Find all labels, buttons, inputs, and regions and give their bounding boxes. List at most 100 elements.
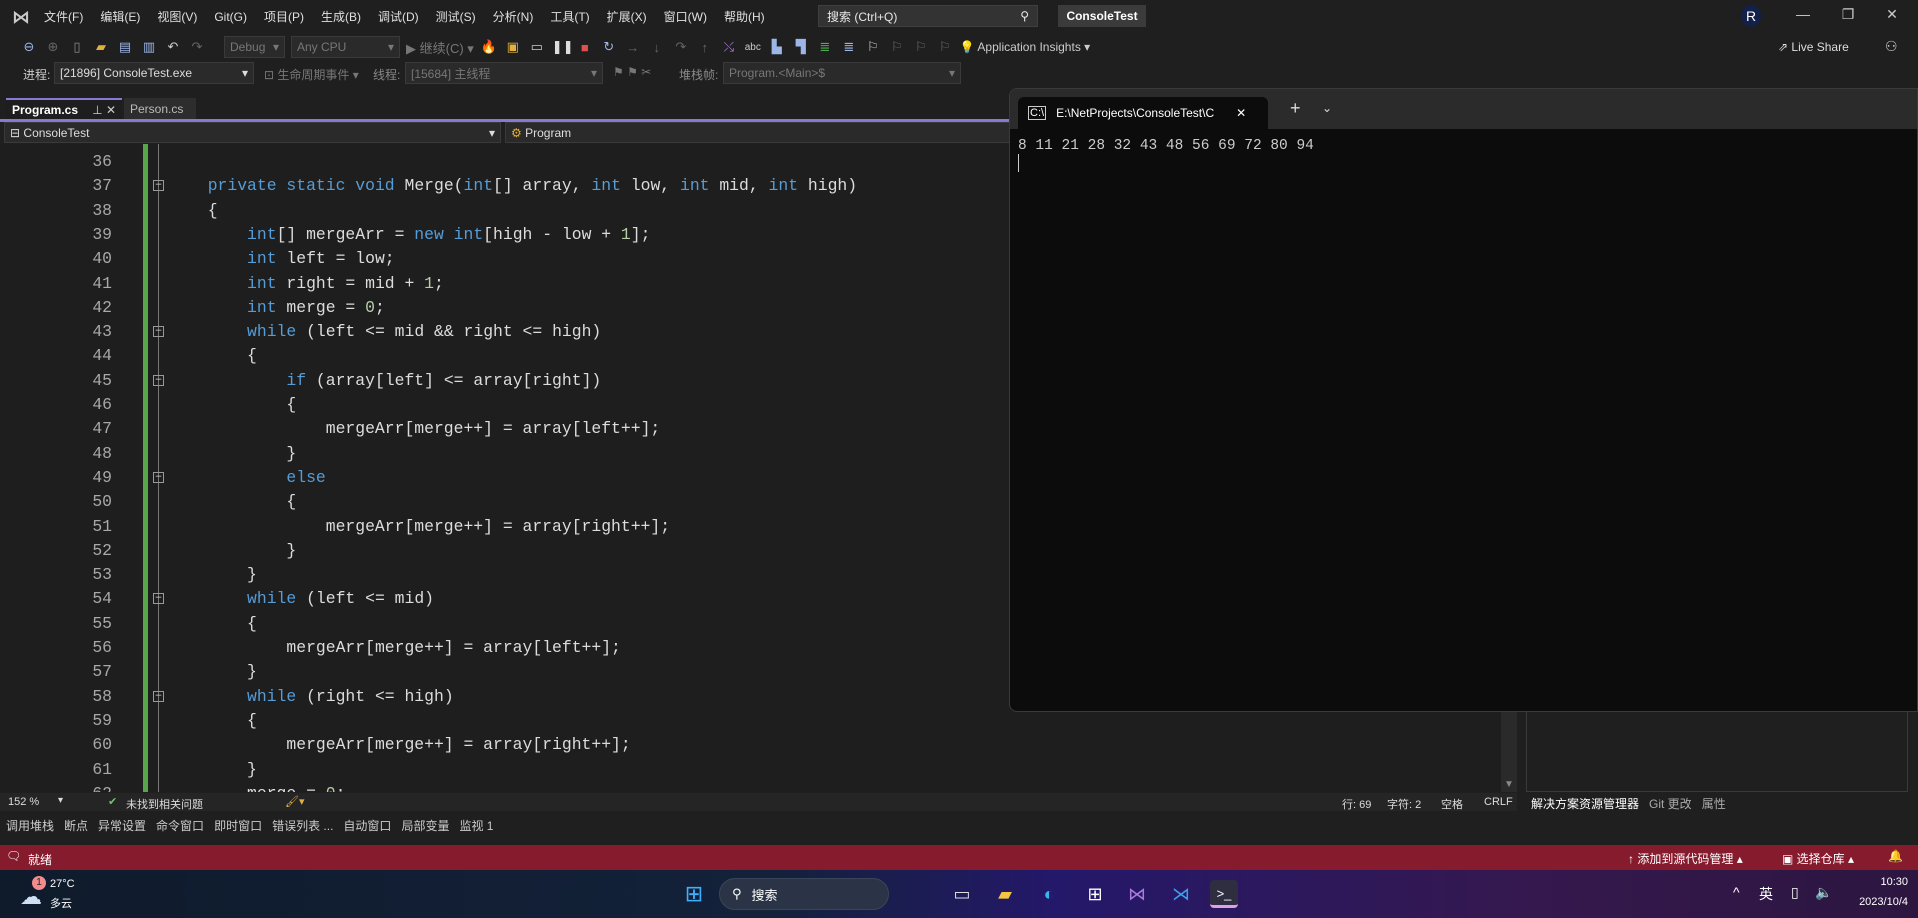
char-status[interactable]: 字符: 2 [1387,796,1421,812]
line-number-status[interactable]: 行: 69 [1342,796,1371,812]
menu-item[interactable]: 视图(V) [157,8,197,25]
spell-check-icon[interactable]: abc [744,42,762,53]
undo-icon[interactable]: ↶ [164,39,182,55]
hot-reload-icon[interactable]: 🔥 [480,39,498,55]
menu-item[interactable]: 测试(S) [436,8,476,25]
line-ending-status[interactable]: CRLF [1484,796,1513,808]
format-icon[interactable]: ≣ [816,39,834,55]
close-button[interactable]: ✕ [1880,6,1904,23]
tool-window-tab[interactable]: 即时窗口 [214,817,262,834]
clock-date[interactable]: 2023/10/4 [1846,896,1908,908]
issues-status[interactable]: 未找到相关问题 [126,796,203,812]
tab-program-cs[interactable]: Program.cs ⊥ ✕ [6,98,122,120]
volume-icon[interactable]: 🔈 [1815,884,1832,901]
select-repo-button[interactable]: ▣ 选择仓库 ▴ [1782,850,1854,867]
menu-item[interactable]: Git(G) [214,10,247,24]
lifecycle-events-button[interactable]: ⊡ 生命周期事件 ▾ [264,66,359,83]
menu-item[interactable]: 分析(N) [493,8,534,25]
uncomment-icon[interactable]: ▜ [792,39,810,55]
terminal-output[interactable]: 8 11 21 28 32 43 48 56 69 72 80 94 [1018,138,1314,177]
tool-window-tab[interactable]: 调用堆栈 [6,817,54,834]
next-bookmark-icon[interactable]: ⚐ [912,39,930,55]
show-hidden-icons[interactable]: ^ [1733,884,1740,900]
diagnostics-icon[interactable]: ⤯ [720,39,738,55]
class-navigation-dropdown[interactable]: ⚙ Program [505,122,1025,143]
windows-start-icon[interactable]: ⊞ [680,880,708,908]
output-icon[interactable]: 🗨 [6,849,21,863]
tool-window-tab[interactable]: 自动窗口 [343,817,391,834]
tab-solution-explorer[interactable]: 解决方案资源管理器 [1531,795,1639,812]
back-icon[interactable]: ⊖ [20,39,38,55]
feedback-icon[interactable]: ⚇ [1885,38,1898,55]
continue-button[interactable]: ▶ 继续(C) ▾ [406,38,474,57]
prev-bookmark-icon[interactable]: ⚐ [888,39,906,55]
tab-git-changes[interactable]: Git 更改 [1649,795,1692,812]
zoom-level[interactable]: 152 % [8,796,39,808]
terminal-tab[interactable]: C:\ E:\NetProjects\ConsoleTest\C ✕ [1018,97,1268,129]
step-out-icon[interactable]: ↑ [696,40,714,55]
tool-window-tab[interactable]: 错误列表 ... [272,817,333,834]
menu-item[interactable]: 文件(F) [44,8,83,25]
menu-item[interactable]: 扩展(X) [607,8,647,25]
application-insights-button[interactable]: 💡 Application Insights ▾ [960,40,1090,54]
menu-item[interactable]: 工具(T) [550,8,589,25]
file-explorer-icon[interactable]: ▰ [991,880,1019,908]
menu-item[interactable]: 窗口(W) [664,8,707,25]
clock-time[interactable]: 10:30 [1870,876,1908,888]
network-icon[interactable]: ▯ [1791,884,1799,901]
menu-item[interactable]: 调试(D) [378,8,419,25]
visual-studio-taskbar-icon[interactable]: ⋈ [1123,880,1151,908]
layout-icon[interactable]: ▭ [528,39,546,55]
bookmark-icon[interactable]: ⚐ [864,39,882,55]
new-project-icon[interactable]: ▯ [68,39,86,55]
save-all-icon[interactable]: ▥ [140,39,158,55]
cleanup-icon[interactable]: 🖌▾ [285,795,305,808]
thread-dropdown[interactable]: [15684] 主线程 ▾ [405,62,603,84]
scroll-down-icon[interactable]: ▼ [1504,779,1514,790]
stop-icon[interactable]: ■ [576,40,594,55]
pin-icon[interactable]: ⊥ ✕ [92,103,116,117]
stack-frame-dropdown[interactable]: Program.<Main>$ ▾ [723,62,961,84]
microsoft-store-icon[interactable]: ⊞ [1081,880,1109,908]
indent-status[interactable]: 空格 [1441,796,1463,812]
forward-icon[interactable]: ⊕ [44,39,62,55]
redo-icon[interactable]: ↷ [188,39,206,55]
platform-dropdown[interactable]: Any CPU ▾ [291,36,400,58]
find-in-files-icon[interactable]: ▣ [504,39,522,55]
flag-icons[interactable]: ⚑ ⚑ ✂ [613,65,651,79]
avatar[interactable]: R [1741,5,1761,27]
menu-item[interactable]: 编辑(E) [100,8,140,25]
notification-bell-icon[interactable]: 🔔 [1888,849,1903,863]
live-share-button[interactable]: ⇗ Live Share [1778,40,1849,54]
input-method-indicator[interactable]: 英 [1759,884,1773,904]
save-icon[interactable]: ▤ [116,39,134,55]
tool-window-tab[interactable]: 命令窗口 [156,817,204,834]
vscode-taskbar-icon[interactable]: ⋊ [1167,880,1195,908]
edge-browser-icon[interactable]: ◐ [1035,880,1063,908]
add-source-control-button[interactable]: ↑ 添加到源代码管理 ▴ [1628,850,1743,867]
pause-icon[interactable]: ❚❚ [552,39,574,55]
dropdown-chevron-icon[interactable]: ⌄ [1322,101,1332,115]
task-view-icon[interactable]: ▭ [948,880,976,908]
search-box[interactable]: 搜索 (Ctrl+Q) ⚲ [818,5,1038,27]
taskbar-search[interactable]: ⚲ 搜索 [719,878,889,910]
restore-button[interactable]: ❐ [1836,6,1860,23]
tool-window-tab[interactable]: 断点 [64,817,88,834]
process-dropdown[interactable]: [21896] ConsoleTest.exe ▾ [54,62,254,84]
tool-window-tab[interactable]: 局部变量 [401,817,449,834]
step-back-icon[interactable]: ↷ [672,39,690,55]
menu-item[interactable]: 生成(B) [321,8,361,25]
step-over-icon[interactable]: → [624,40,642,55]
weather-description[interactable]: 多云 [50,895,72,911]
menu-item[interactable]: 项目(P) [264,8,304,25]
close-tab-icon[interactable]: ✕ [1236,106,1246,120]
restart-icon[interactable]: ↻ [600,39,618,55]
weather-temperature[interactable]: 27°C [50,878,75,890]
clear-bookmarks-icon[interactable]: ⚐ [936,39,954,55]
minimize-button[interactable]: — [1791,6,1815,22]
terminal-taskbar-icon[interactable]: >_ [1210,880,1238,908]
step-into-icon[interactable]: ↓ [648,40,666,55]
tab-properties[interactable]: 属性 [1702,795,1726,812]
new-tab-icon[interactable]: + [1290,98,1301,119]
configuration-dropdown[interactable]: Debug ▾ [224,36,285,58]
